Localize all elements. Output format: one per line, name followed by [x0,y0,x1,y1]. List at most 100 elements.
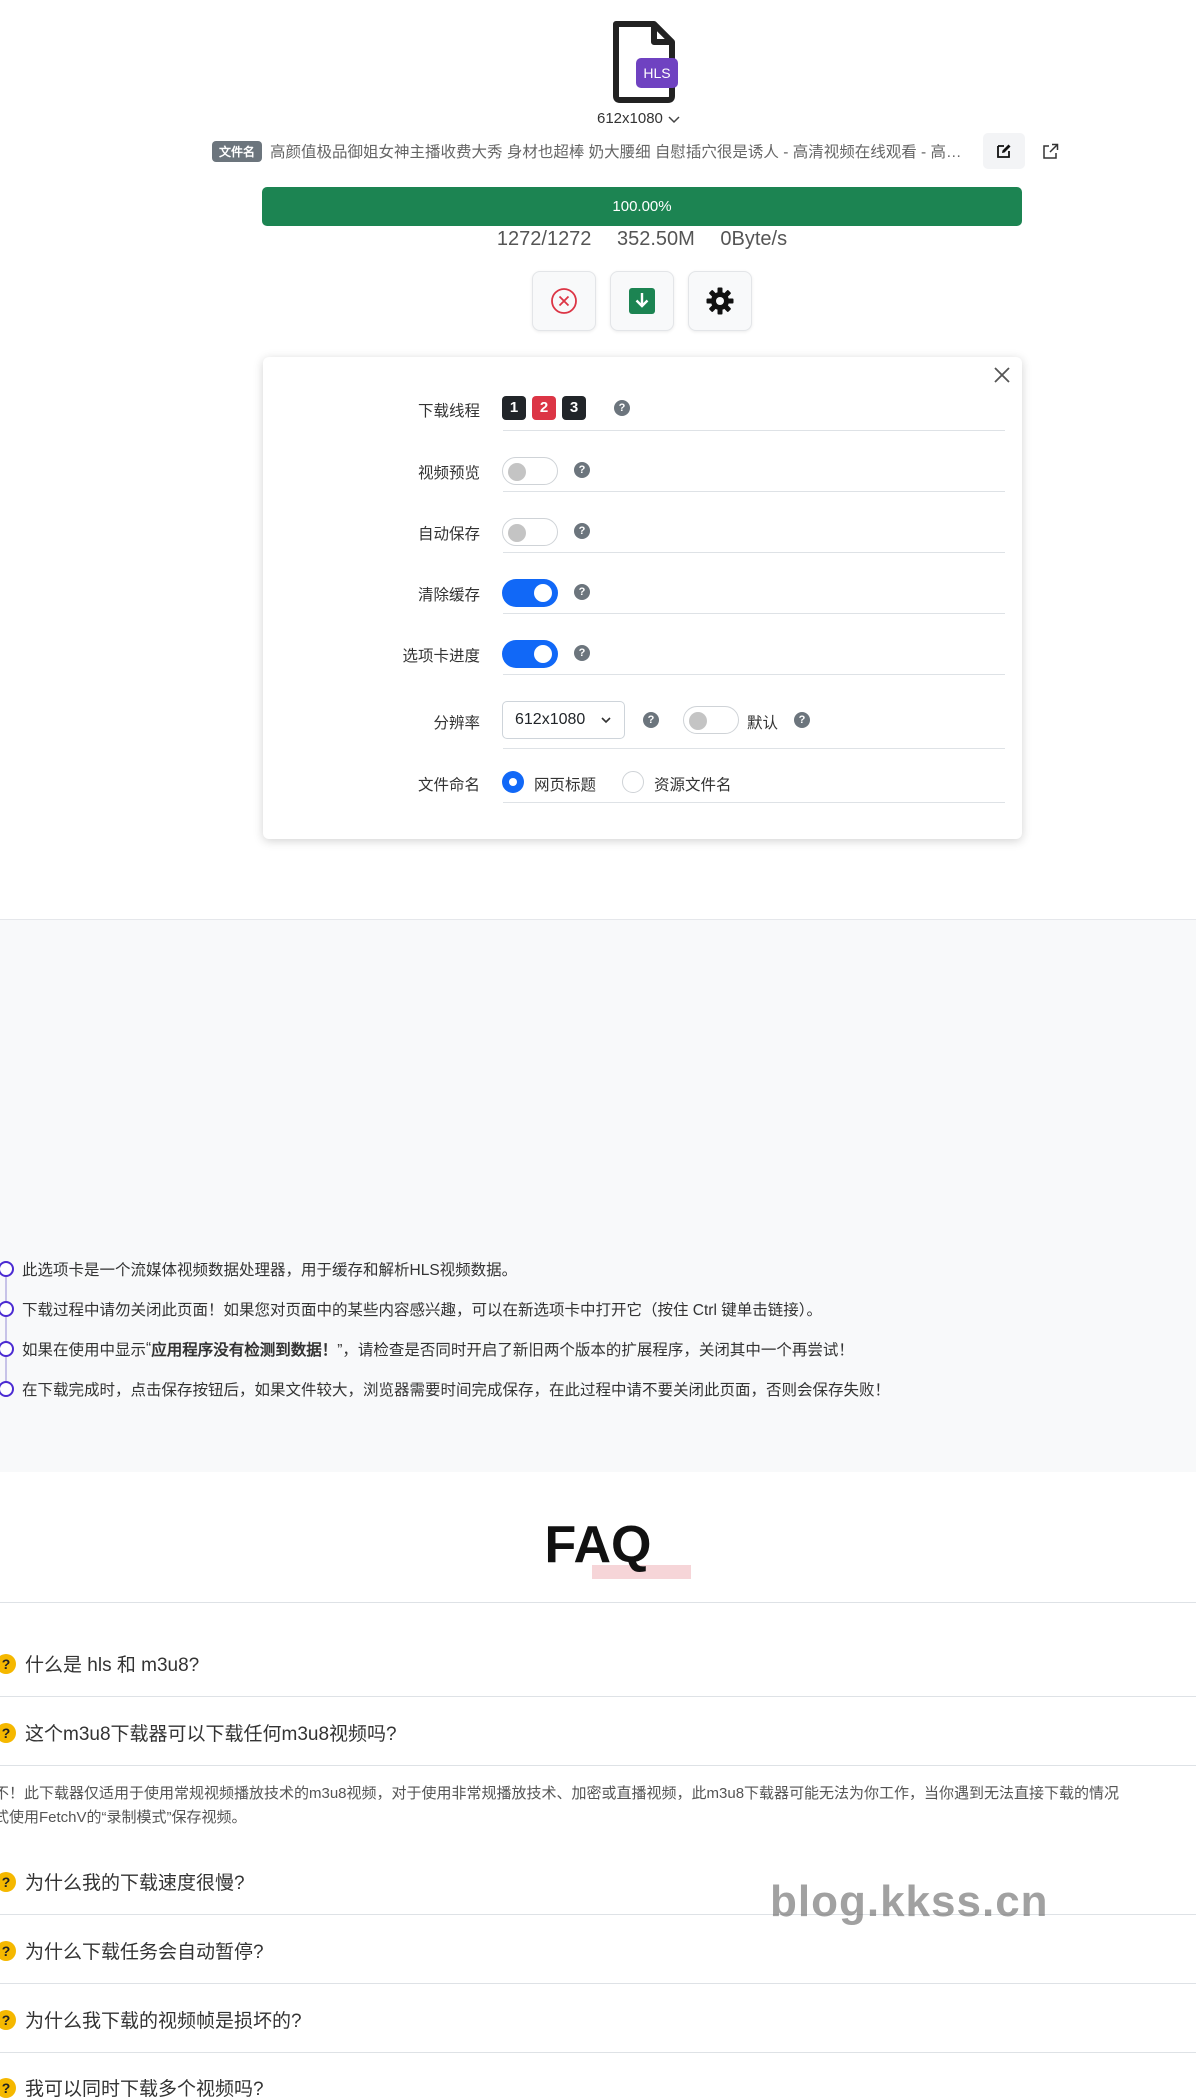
downloaded-size: 352.50M [617,228,695,250]
faq-question-2[interactable]: ? 这个m3u8下载器可以下载任何m3u8视频吗? [0,1719,397,1746]
faq-divider [0,2052,1196,2053]
toggle-knob [508,524,526,542]
faq-divider [0,1602,1196,1603]
watermark: blog.kkss.cn [770,1877,1049,1926]
tip-text: 此选项卡是一个流媒体视频数据处理器，用于缓存和解析HLS视频数据。 [22,1262,518,1279]
default-label: 默认 [747,715,779,732]
row-divider [503,674,1005,675]
download-icon [629,288,655,314]
tip-item: 此选项卡是一个流媒体视频数据处理器，用于缓存和解析HLS视频数据。 [0,1258,517,1280]
filename-text: 高颜值极品御姐女神主播收费大秀 身材也超棒 奶大腰细 自慰插穴很是诱人 - 高清… [270,144,972,161]
help-icon[interactable]: ? [643,712,659,728]
edit-filename-button[interactable] [983,133,1025,169]
toggle-knob [689,712,707,730]
radio-resource-filename-label: 资源文件名 [654,777,732,794]
question-icon: ? [0,1871,16,1892]
help-icon[interactable]: ? [574,645,590,661]
tip-item: 在下载完成时，点击保存按钮后，如果文件较大，浏览器需要时间完成保存，在此过程中请… [0,1378,890,1400]
toggle-knob [534,584,552,602]
chevron-down-icon [601,717,611,724]
progress-label: 100.00% [612,198,672,215]
timeline-dot [0,1341,14,1357]
download-progress-bar: 100.00% [262,187,1022,226]
row-divider [503,802,1005,803]
row-divider [503,613,1005,614]
auto-save-toggle[interactable] [502,518,558,546]
timeline-dot [0,1261,14,1277]
open-external-button[interactable] [1038,139,1062,163]
help-icon[interactable]: ? [574,523,590,539]
question-icon: ? [0,1653,16,1674]
segment-count: 1272/1272 [496,228,592,250]
faq-divider [0,1696,1196,1697]
faq-question-3[interactable]: ? 为什么我的下载速度很慢? [0,1868,245,1895]
hls-badge-text: HLS [643,65,670,81]
faq-answer-line: 不！此下载器仅适用于使用常规视频播放技术的m3u8视频，对于使用非常规播放技术、… [0,1785,1120,1802]
thread-option-3[interactable]: 3 [562,396,586,420]
resolution-select-value: 612x1080 [515,711,586,728]
download-stats: 1272/1272 352.50M 0Byte/s [262,228,1022,251]
row-divider [503,430,1005,431]
thread-option-1[interactable]: 1 [502,396,526,420]
toggle-knob [534,645,552,663]
timeline-dot [0,1381,14,1397]
default-resolution-toggle[interactable] [683,706,739,734]
thread-option-2[interactable]: 2 [532,396,556,420]
question-icon: ? [0,1722,16,1743]
radio-page-title-label: 网页标题 [534,777,597,794]
resolution-dropdown[interactable]: 612x1080 [597,110,681,127]
timeline-line [5,1268,7,1388]
timeline-dot [0,1301,14,1317]
help-icon[interactable]: ? [574,584,590,600]
faq-question-text: 为什么我的下载速度很慢? [25,1873,245,1894]
tab-progress-toggle[interactable] [502,640,558,668]
help-icon[interactable]: ? [574,462,590,478]
resolution-value: 612x1080 [597,110,663,127]
tip-text-bold: 应用程序没有检测到数据！ [151,1342,338,1359]
settings-button[interactable] [688,271,752,331]
question-icon: ? [0,2077,16,2098]
question-icon: ? [0,1940,16,1961]
row-divider [503,748,1005,749]
external-link-icon [1042,143,1058,159]
auto-save-label: 自动保存 [417,526,480,543]
save-button[interactable] [610,271,674,331]
row-divider [503,491,1005,492]
faq-title: FAQ [544,1516,652,1574]
faq-question-5[interactable]: ? 为什么我下载的视频帧是损坏的? [0,2006,302,2033]
filename-row: 文件名 高颜值极品御姐女神主播收费大秀 身材也超棒 奶大腰细 自慰插穴很是诱人 … [212,140,1072,162]
faq-question-text: 这个m3u8下载器可以下载任何m3u8视频吗? [25,1724,397,1745]
radio-resource-filename[interactable] [622,771,644,793]
faq-divider [0,1765,1196,1766]
radio-page-title[interactable] [502,771,524,793]
tip-item: 如果在使用中显示 “应用程序没有检测到数据！ ”，请检查是否同时开启了新旧两个版本的… [0,1338,854,1360]
tip-text-suffix: ”，请检查是否同时开启了新旧两个版本的扩展程序，关闭其中一个再尝试！ [337,1342,854,1359]
faq-question-text: 为什么我下载的视频帧是损坏的? [25,2011,302,2032]
gear-icon [706,287,734,315]
edit-icon [997,144,1011,158]
clear-cache-toggle[interactable] [502,579,558,607]
video-preview-toggle[interactable] [502,457,558,485]
chevron-down-icon [668,115,680,123]
faq-question-text: 什么是 hls 和 m3u8? [25,1655,200,1676]
tip-text-prefix: 如果在使用中显示 [22,1342,147,1359]
help-icon[interactable]: ? [614,400,630,416]
close-settings-button[interactable] [990,363,1014,387]
help-icon[interactable]: ? [794,712,810,728]
download-speed: 0Byte/s [720,228,788,250]
cancel-button[interactable] [532,271,596,331]
clear-cache-label: 清除缓存 [417,587,480,604]
filename-badge: 文件名 [212,140,263,162]
faq-question-4[interactable]: ? 为什么下载任务会自动暂停? [0,1937,264,1964]
resolution-select[interactable]: 612x1080 [502,701,625,739]
cancel-circle-icon [551,288,577,314]
faq-question-1[interactable]: ? 什么是 hls 和 m3u8? [0,1650,199,1677]
tip-text: 在下载完成时，点击保存按钮后，如果文件较大，浏览器需要时间完成保存，在此过程中请… [22,1382,891,1399]
faq-question-6[interactable]: ? 我可以同时下载多个视频吗? [0,2074,264,2099]
close-icon [994,367,1010,383]
toggle-knob [508,463,526,481]
faq-answer: 不！此下载器仅适用于使用常规视频播放技术的m3u8视频，对于使用非常规播放技术、… [0,1782,1196,1830]
faq-answer-line: 式使用FetchV的“录制模式”保存视频。 [0,1809,247,1826]
settings-panel: 下载线程 123 ? 视频预览 ? 自动保存 ? 清除缓存 ? 选项卡进度 ? … [263,357,1022,839]
hls-file-icon: HLS [610,20,678,104]
